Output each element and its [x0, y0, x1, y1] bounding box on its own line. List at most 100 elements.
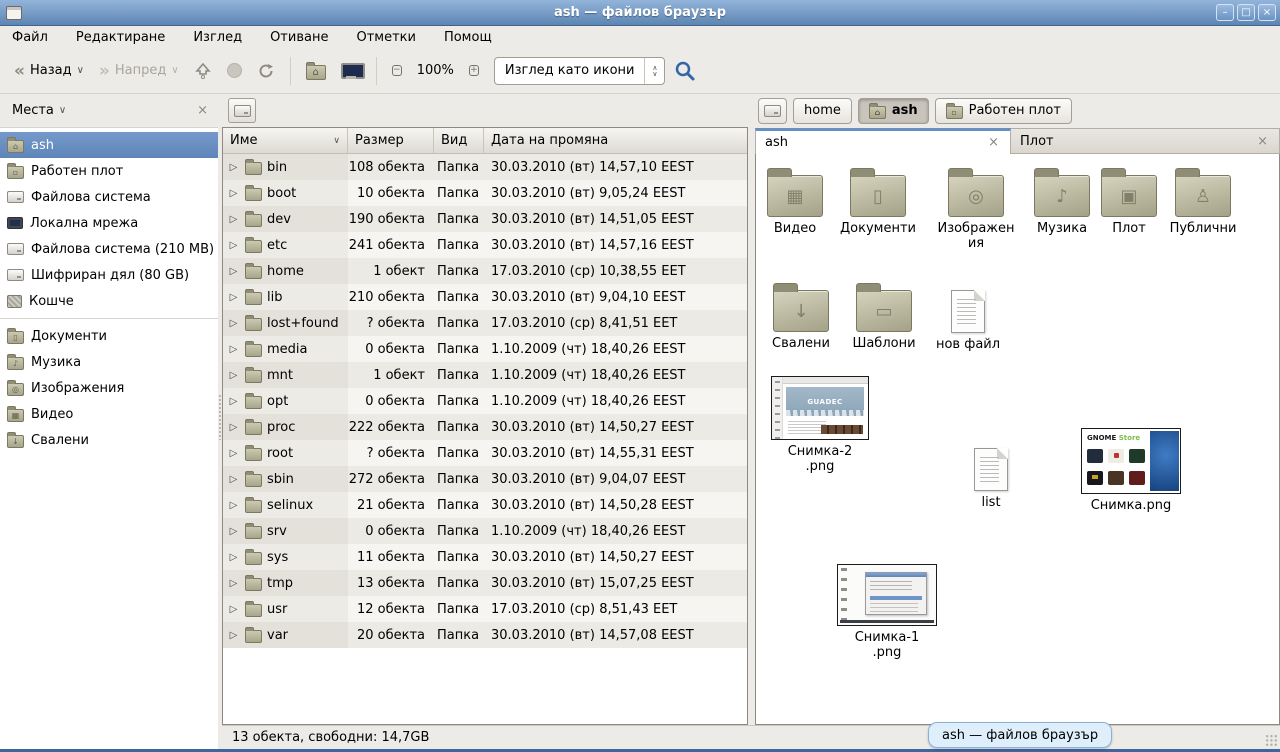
file-icon-нов-файл[interactable]: нов файл — [931, 284, 1005, 352]
table-row[interactable]: ▷opt0 обектаПапка1.10.2009 (чт) 18,40,26… — [223, 388, 747, 414]
file-icon-изображения[interactable]: ◎Изображения — [936, 167, 1016, 251]
menu-отметки[interactable]: Отметки — [354, 29, 417, 46]
sidebar-item-локална-мрежа[interactable]: Локална мрежа — [0, 210, 218, 236]
expander-icon[interactable]: ▷ — [227, 526, 240, 537]
table-row[interactable]: ▷lost+found? обектаПапка17.03.2010 (ср) … — [223, 310, 747, 336]
tab-close-icon[interactable]: × — [986, 135, 1001, 150]
expander-icon[interactable]: ▷ — [227, 266, 240, 277]
sidebar-item-файлова-система-210-mb-[interactable]: Файлова система (210 MB) — [0, 236, 218, 262]
expander-icon[interactable]: ▷ — [227, 318, 240, 329]
file-icon-снимка-2-png[interactable]: GUADECСнимка-2.png — [771, 376, 869, 474]
table-row[interactable]: ▷etc241 обектаПапка30.03.2010 (вт) 14,57… — [223, 232, 747, 258]
file-icon-плот[interactable]: ▣Плот — [1101, 167, 1157, 236]
root-location-button[interactable] — [228, 98, 256, 123]
path-button-работен-плот[interactable]: ▫Работен плот — [935, 98, 1072, 124]
file-icon-музика[interactable]: ♪Музика — [1030, 167, 1094, 236]
table-row[interactable]: ▷bin108 обектаПапка30.03.2010 (вт) 14,57… — [223, 154, 747, 180]
column-header-type[interactable]: Вид — [434, 128, 484, 153]
tab-плот[interactable]: Плот× — [1011, 128, 1280, 154]
reload-button[interactable] — [251, 57, 281, 85]
table-row[interactable]: ▷root? обектаПапка30.03.2010 (вт) 14,55,… — [223, 440, 747, 466]
expander-icon[interactable]: ▷ — [227, 240, 240, 251]
expander-icon[interactable]: ▷ — [227, 162, 240, 173]
expander-icon[interactable]: ▷ — [227, 552, 240, 563]
table-row[interactable]: ▷dev190 обектаПапка30.03.2010 (вт) 14,51… — [223, 206, 747, 232]
sidebar-splitter[interactable] — [218, 94, 222, 749]
expander-icon[interactable]: ▷ — [227, 604, 240, 615]
menu-редактиране[interactable]: Редактиране — [74, 29, 167, 46]
sidebar-item-изображения[interactable]: ◎Изображения — [0, 375, 218, 401]
column-header-name[interactable]: Име∨ — [223, 128, 348, 153]
column-header-size[interactable]: Размер — [348, 128, 434, 153]
expander-icon[interactable]: ▷ — [227, 474, 240, 485]
expander-icon[interactable]: ▷ — [227, 500, 240, 511]
expander-icon[interactable]: ▷ — [227, 448, 240, 459]
menu-помощ[interactable]: Помощ — [442, 29, 494, 46]
zoom-out-button[interactable]: − — [386, 60, 408, 82]
back-button[interactable]: « Назад ∨ — [8, 58, 90, 83]
path-button-ash[interactable]: ⌂ash — [858, 98, 929, 124]
sidebar-item-кошче[interactable]: Кошче — [0, 288, 218, 314]
sidebar-item-ash[interactable]: ⌂ash — [0, 132, 218, 158]
table-row[interactable]: ▷usr12 обектаПапка17.03.2010 (ср) 8,51,4… — [223, 596, 747, 622]
file-icon-документи[interactable]: ▯Документи — [835, 167, 921, 236]
maximize-button[interactable]: □ — [1237, 4, 1255, 21]
sidebar-item-работен-плот[interactable]: ▫Работен плот — [0, 158, 218, 184]
zoom-in-button[interactable]: + — [463, 60, 485, 82]
expander-icon[interactable]: ▷ — [227, 578, 240, 589]
forward-button[interactable]: » Напред ∨ — [93, 58, 185, 83]
menu-отиване[interactable]: Отиване — [268, 29, 330, 46]
table-row[interactable]: ▷boot10 обектаПапка30.03.2010 (вт) 9,05,… — [223, 180, 747, 206]
table-row[interactable]: ▷selinux21 обектаПапка30.03.2010 (вт) 14… — [223, 492, 747, 518]
sidebar-close-button[interactable]: × — [193, 101, 212, 120]
file-icon-видео[interactable]: ▦Видео — [760, 167, 830, 236]
sidebar-item-видео[interactable]: ▦Видео — [0, 401, 218, 427]
expander-icon[interactable]: ▷ — [227, 188, 240, 199]
expander-icon[interactable]: ▷ — [227, 344, 240, 355]
sidebar-item-файлова-система[interactable]: Файлова система — [0, 184, 218, 210]
file-icon-снимка-png[interactable]: GNOME StoreСнимка.png — [1081, 428, 1181, 513]
file-icon-шаблони[interactable]: ▭Шаблони — [845, 282, 923, 351]
sidebar-mode-select[interactable]: Места ∨ — [6, 100, 72, 121]
menu-изглед[interactable]: Изглед — [191, 29, 244, 46]
file-icon-свалени[interactable]: ↓Свалени — [765, 282, 837, 351]
file-icon-снимка-1-png[interactable]: Снимка-1.png — [837, 564, 937, 660]
table-row[interactable]: ▷media0 обектаПапка1.10.2009 (чт) 18,40,… — [223, 336, 747, 362]
computer-button[interactable] — [335, 58, 367, 84]
column-header-date[interactable]: Дата на промяна — [484, 128, 747, 153]
table-row[interactable]: ▷var20 обектаПапка30.03.2010 (вт) 14,57,… — [223, 622, 747, 648]
sidebar-item-документи[interactable]: ▯Документи — [0, 323, 218, 349]
path-button-root[interactable] — [758, 98, 787, 124]
table-row[interactable]: ▷proc222 обектаПапка30.03.2010 (вт) 14,5… — [223, 414, 747, 440]
table-row[interactable]: ▷mnt1 обектПапка1.10.2009 (чт) 18,40,26 … — [223, 362, 747, 388]
table-row[interactable]: ▷srv0 обектаПапка1.10.2009 (чт) 18,40,26… — [223, 518, 747, 544]
view-mode-select[interactable]: Изглед като икони ∧∨ — [494, 57, 666, 85]
table-row[interactable]: ▷sbin272 обектаПапка30.03.2010 (вт) 9,04… — [223, 466, 747, 492]
table-row[interactable]: ▷home1 обектПапка17.03.2010 (ср) 10,38,5… — [223, 258, 747, 284]
table-row[interactable]: ▷lib210 обектаПапка30.03.2010 (вт) 9,04,… — [223, 284, 747, 310]
sidebar-item-музика[interactable]: ♪Музика — [0, 349, 218, 375]
table-row[interactable]: ▷tmp13 обектаПапка30.03.2010 (вт) 15,07,… — [223, 570, 747, 596]
menu-файл[interactable]: Файл — [10, 29, 50, 46]
expander-icon[interactable]: ▷ — [227, 292, 240, 303]
file-icon-публични[interactable]: ♙Публични — [1164, 167, 1242, 236]
path-button-home[interactable]: home — [793, 98, 852, 124]
sidebar-item-свалени[interactable]: ↓Свалени — [0, 427, 218, 453]
resize-grip-icon[interactable] — [1265, 734, 1278, 747]
expander-icon[interactable]: ▷ — [227, 630, 240, 641]
back-dropdown-icon[interactable]: ∨ — [77, 65, 84, 76]
minimize-button[interactable]: – — [1216, 4, 1234, 21]
search-button[interactable] — [668, 55, 702, 87]
tab-close-icon[interactable]: × — [1255, 134, 1270, 149]
stop-button[interactable] — [221, 58, 248, 83]
close-button[interactable]: × — [1258, 4, 1276, 21]
tab-ash[interactable]: ash× — [755, 128, 1011, 154]
expander-icon[interactable]: ▷ — [227, 214, 240, 225]
up-button[interactable] — [188, 58, 218, 84]
home-button[interactable]: ⌂ — [300, 57, 332, 85]
expander-icon[interactable]: ▷ — [227, 422, 240, 433]
expander-icon[interactable]: ▷ — [227, 396, 240, 407]
expander-icon[interactable]: ▷ — [227, 370, 240, 381]
table-row[interactable]: ▷sys11 обектаПапка30.03.2010 (вт) 14,50,… — [223, 544, 747, 570]
sidebar-item-шифриран-дял-80-gb-[interactable]: Шифриран дял (80 GB) — [0, 262, 218, 288]
